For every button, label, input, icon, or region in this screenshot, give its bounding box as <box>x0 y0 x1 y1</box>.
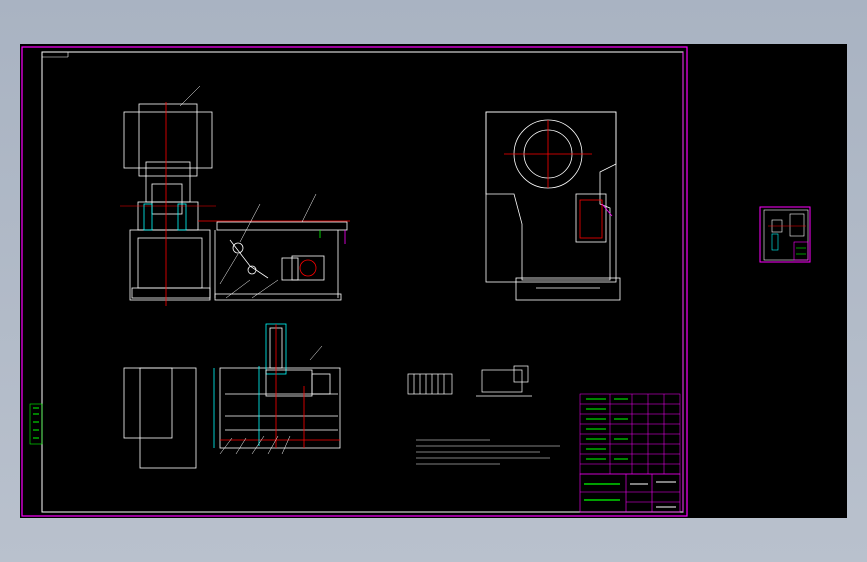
thumbnail-sheet <box>759 206 811 263</box>
front-view-press <box>120 85 216 306</box>
parts-list-table <box>579 393 681 475</box>
sheet-border <box>21 46 688 517</box>
cad-model-viewport[interactable] <box>20 44 847 518</box>
feeder-assembly <box>198 193 350 301</box>
plan-view <box>123 323 341 469</box>
detail-views <box>407 365 532 397</box>
drawing-canvas <box>21 46 811 517</box>
main-sheet <box>21 46 688 517</box>
title-block <box>579 473 681 513</box>
side-view-press <box>485 111 621 301</box>
margin-label <box>29 403 43 445</box>
technical-notes <box>416 439 560 465</box>
